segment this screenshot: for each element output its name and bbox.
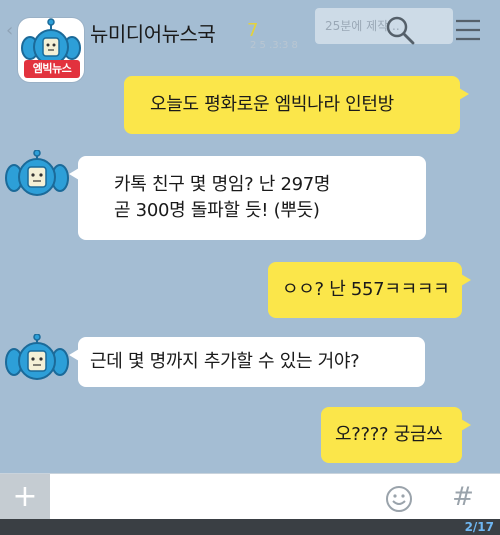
message-input-bar: + # <box>0 473 500 520</box>
message-bubble-other[interactable]: 근데 몇 명까지 추가할 수 있는 거야? <box>69 337 425 387</box>
menu-icon <box>456 19 480 41</box>
message-text: 카톡 친구 몇 명임? 난 297명 <box>114 174 331 195</box>
chat-header: ‹ 엠빅뉴스 뉴미디어뉴스국 7 25분에 제작 .. 2 5 .3:3 8 <box>0 0 500 82</box>
hashtag-search-button[interactable]: # <box>448 480 478 514</box>
message-bubble-mine[interactable]: 오???? 궁금쓰 <box>321 407 471 463</box>
attach-plus-button[interactable]: + <box>0 474 50 520</box>
room-title: 뉴미디어뉴스국 <box>90 22 216 46</box>
message-text: ㅇㅇ? 난 557ㅋㅋㅋㅋ <box>282 279 450 300</box>
back-button[interactable]: ‹ <box>6 20 13 41</box>
page-indicator: 2/17 <box>464 520 494 534</box>
search-button[interactable] <box>382 12 418 48</box>
room-badge: 엠빅뉴스 <box>24 60 80 78</box>
room-avatar[interactable]: 엠빅뉴스 <box>18 18 84 82</box>
member-count: 7 <box>247 20 259 41</box>
message-bubble-mine[interactable]: 오늘도 평화로운 엠빅나라 인턴방 <box>124 76 469 134</box>
footer-strip: 2/17 <box>0 519 500 535</box>
emoticon-button[interactable] <box>384 484 414 514</box>
message-text: 오늘도 평화로운 엠빅나라 인턴방 <box>150 94 394 115</box>
smiley-icon <box>386 486 412 512</box>
message-bubble-other[interactable]: 카톡 친구 몇 명임? 난 297명 곧 300명 돌파할 듯! (뿌듯) <box>69 156 426 240</box>
robot-avatar-icon <box>5 149 69 196</box>
message-input[interactable] <box>52 474 372 520</box>
message-text: 오???? 궁금쓰 <box>335 424 443 445</box>
robot-mascot-icon <box>21 18 81 65</box>
search-icon <box>386 16 415 45</box>
message-text: 근데 몇 명까지 추가할 수 있는 거야? <box>90 351 360 372</box>
message-text: 곧 300명 돌파할 듯! (뿌듯) <box>114 200 320 221</box>
message-bubble-mine[interactable]: ㅇㅇ? 난 557ㅋㅋㅋㅋ <box>268 262 471 318</box>
menu-button[interactable] <box>450 12 486 48</box>
robot-avatar-icon <box>5 333 69 380</box>
sender-avatar[interactable] <box>4 333 70 382</box>
sender-avatar[interactable] <box>4 149 70 198</box>
notice-date: 2 5 .3:3 8 <box>250 40 298 51</box>
